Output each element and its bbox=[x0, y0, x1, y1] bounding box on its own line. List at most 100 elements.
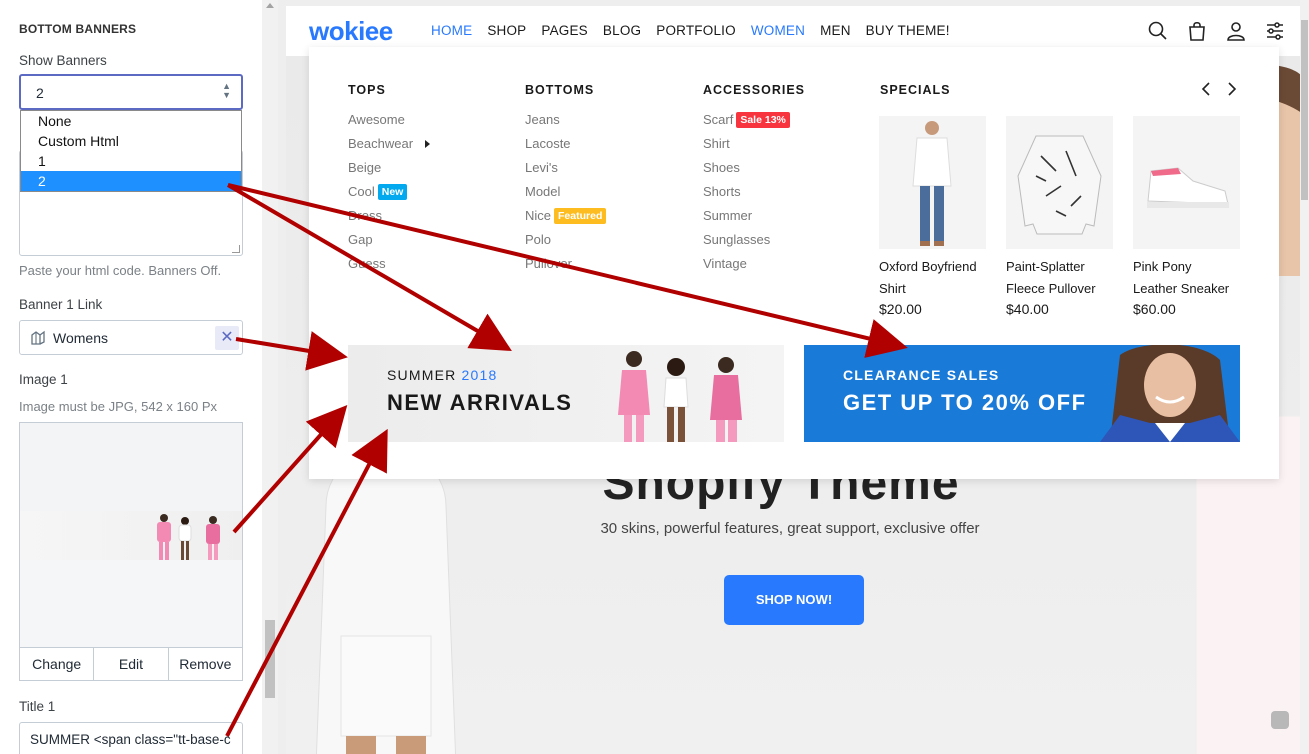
product-image[interactable] bbox=[879, 116, 986, 249]
product-name[interactable]: Pink Pony Leather Sneaker bbox=[1133, 256, 1241, 300]
pullover-icon bbox=[1017, 135, 1102, 235]
menu-link[interactable]: Model bbox=[525, 180, 606, 204]
nav-shop[interactable]: SHOP bbox=[487, 23, 526, 38]
menu-link[interactable]: Nice Featured bbox=[525, 204, 607, 228]
menu-link-label: Summer bbox=[703, 208, 753, 223]
menu-link[interactable]: Lacoste bbox=[525, 132, 606, 156]
menu-link[interactable]: Awesome bbox=[348, 108, 430, 132]
title1-value: SUMMER <span class="tt-base-c bbox=[30, 732, 231, 747]
image1-actions: Change Edit Remove bbox=[19, 647, 243, 681]
menu-link[interactable]: Beige bbox=[348, 156, 430, 180]
product-card[interactable]: Oxford Boyfriend Shirt $20.00 bbox=[879, 116, 987, 317]
edit-image-button[interactable]: Edit bbox=[94, 648, 169, 680]
bag-icon[interactable] bbox=[1185, 19, 1209, 43]
shop-now-button[interactable]: SHOP NOW! bbox=[724, 575, 864, 625]
product-card[interactable]: Paint-Splatter Fleece Pullover $40.00 bbox=[1006, 116, 1114, 317]
menu-link-label: Sunglasses bbox=[703, 232, 771, 247]
nav-portfolio[interactable]: PORTFOLIO bbox=[656, 23, 736, 38]
clear-link-icon[interactable]: ✕ bbox=[215, 326, 239, 350]
menu-link-label: Gap bbox=[348, 232, 373, 247]
product-name[interactable]: Paint-Splatter Fleece Pullover bbox=[1006, 256, 1114, 300]
nav-buy-theme[interactable]: BUY THEME! bbox=[866, 23, 950, 38]
settings-scrollbar[interactable] bbox=[262, 0, 278, 754]
menu-link-label: Nice bbox=[525, 208, 552, 223]
chevron-left-icon[interactable] bbox=[1199, 81, 1213, 97]
banner1-link-label: Banner 1 Link bbox=[19, 297, 103, 312]
bottoms-title: BOTTOMS bbox=[525, 83, 595, 97]
new-arrivals-banner[interactable]: SUMMER 2018 NEW ARRIVALS bbox=[348, 345, 784, 442]
menu-link[interactable]: Summer bbox=[703, 204, 805, 228]
banner1-models-image bbox=[618, 351, 742, 442]
menu-link-label: Jeans bbox=[525, 112, 560, 127]
product-image[interactable] bbox=[1133, 116, 1240, 249]
product-name-line: Fleece Pullover bbox=[1006, 281, 1096, 296]
change-image-button[interactable]: Change bbox=[20, 648, 95, 680]
menu-link[interactable]: Jeans bbox=[525, 108, 606, 132]
banner1-title: NEW ARRIVALS bbox=[387, 390, 573, 415]
menu-link-label: Dress bbox=[348, 208, 382, 223]
menu-link-label: Levi's bbox=[525, 160, 558, 175]
option-1[interactable]: 1 bbox=[21, 151, 241, 171]
menu-link[interactable]: Vintage bbox=[703, 252, 805, 276]
accessories-column: ACCESSORIES Scarf Sale 13% Shirt Shoes Sh… bbox=[703, 83, 805, 276]
collection-icon bbox=[31, 330, 45, 345]
specials-title: SPECIALS bbox=[880, 83, 951, 97]
nav-home[interactable]: HOME bbox=[431, 23, 472, 38]
menu-link[interactable]: Polo bbox=[525, 228, 606, 252]
product-name-line: Leather Sneaker bbox=[1133, 281, 1230, 296]
store-logo[interactable]: wokiee bbox=[309, 16, 393, 47]
nav-men[interactable]: MEN bbox=[820, 23, 851, 38]
title1-label: Title 1 bbox=[19, 699, 56, 714]
scroll-up-icon[interactable] bbox=[266, 3, 274, 8]
chevron-right-icon[interactable] bbox=[1225, 81, 1239, 97]
option-none[interactable]: None bbox=[21, 111, 241, 131]
menu-link[interactable]: Shorts bbox=[703, 180, 805, 204]
nav-women[interactable]: WOMEN bbox=[751, 23, 805, 38]
search-icon[interactable] bbox=[1146, 19, 1170, 43]
nav-pages[interactable]: PAGES bbox=[541, 23, 588, 38]
menu-link[interactable]: Shirt bbox=[703, 132, 805, 156]
product-name-line: Oxford Boyfriend bbox=[879, 259, 977, 274]
menu-link-label: Shorts bbox=[703, 184, 741, 199]
show-banners-value: 2 bbox=[36, 85, 44, 101]
product-image[interactable] bbox=[1006, 116, 1113, 249]
preview-scrollbar[interactable] bbox=[1300, 0, 1309, 754]
product-name-line: Pink Pony bbox=[1133, 259, 1192, 274]
product-name[interactable]: Oxford Boyfriend Shirt bbox=[879, 256, 987, 300]
menu-link[interactable]: Shoes bbox=[703, 156, 805, 180]
menu-link[interactable]: Beachwear bbox=[348, 132, 431, 156]
new-badge: New bbox=[377, 184, 408, 200]
user-icon[interactable] bbox=[1224, 19, 1248, 43]
preview-scrollbar-thumb[interactable] bbox=[1301, 20, 1308, 200]
nav-blog[interactable]: BLOG bbox=[603, 23, 641, 38]
title1-input[interactable]: SUMMER <span class="tt-base-c bbox=[19, 722, 243, 754]
option-2[interactable]: 2 bbox=[21, 171, 241, 191]
featured-badge: Featured bbox=[554, 208, 607, 224]
show-banners-dropdown[interactable]: None Custom Html 1 2 bbox=[20, 110, 242, 192]
product-price: $40.00 bbox=[1006, 301, 1049, 317]
clearance-sales-banner[interactable]: CLEARANCE SALES GET UP TO 20% OFF bbox=[804, 345, 1240, 442]
banner2-title: GET UP TO 20% OFF bbox=[843, 390, 1087, 415]
menu-link[interactable]: Pullover bbox=[525, 252, 606, 276]
menu-link-label: Scarf bbox=[703, 112, 734, 127]
product-card[interactable]: Pink Pony Leather Sneaker $60.00 bbox=[1133, 116, 1241, 317]
remove-image-button[interactable]: Remove bbox=[169, 648, 242, 680]
tops-column: TOPS Awesome Beachwear Beige Cool New Dre… bbox=[348, 83, 431, 276]
menu-link-label: Beachwear bbox=[348, 136, 414, 151]
banner1-link-field[interactable]: Womens ✕ bbox=[19, 320, 243, 355]
show-banners-select[interactable]: 2 ▲ ▼ bbox=[19, 74, 243, 110]
menu-link[interactable]: Guess bbox=[348, 252, 430, 276]
custom-html-help: Paste your html code. Banners Off. bbox=[19, 263, 222, 278]
scrollbar-thumb[interactable] bbox=[265, 620, 275, 698]
menu-link-label: Cool bbox=[348, 184, 375, 199]
hero-subtitle: 30 skins, powerful features, great suppo… bbox=[600, 520, 980, 537]
menu-link[interactable]: Gap bbox=[348, 228, 430, 252]
menu-link[interactable]: Scarf Sale 13% bbox=[703, 108, 805, 132]
menu-link[interactable]: Sunglasses bbox=[703, 228, 805, 252]
menu-link[interactable]: Dress bbox=[348, 204, 430, 228]
settings-sliders-icon[interactable] bbox=[1263, 19, 1287, 43]
option-custom-html[interactable]: Custom Html bbox=[21, 131, 241, 151]
menu-link[interactable]: Cool New bbox=[348, 180, 430, 204]
resize-handle-icon[interactable] bbox=[232, 245, 240, 253]
menu-link[interactable]: Levi's bbox=[525, 156, 606, 180]
